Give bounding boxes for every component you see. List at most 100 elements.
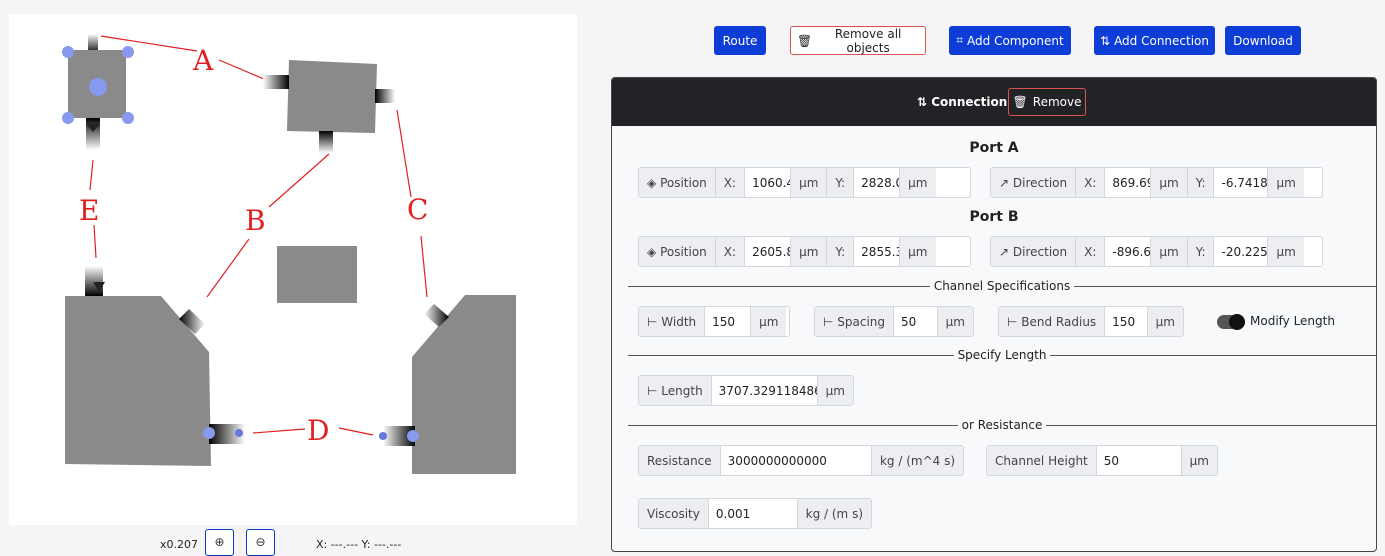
viscosity-label: Viscosity [639, 499, 709, 528]
unit-label: μm [1268, 237, 1304, 266]
connection-properties-panel: ⇅ Connection 🗑 Remove Port A ◈ Position … [611, 77, 1377, 552]
route-label: Route [722, 33, 758, 48]
zoom-out-button[interactable]: ⊖ [246, 529, 275, 556]
connection-label-c: C [407, 193, 428, 226]
length-icon: ⊢ [647, 383, 658, 398]
component-bottom-left [65, 266, 245, 466]
y-label: Y: [827, 168, 855, 197]
connection-label-e: E [79, 194, 99, 227]
add-connection-button[interactable]: ⇅ Add Connection [1094, 26, 1215, 55]
unit-label: μm [937, 307, 973, 336]
viscosity-unit: kg / (m s) [797, 499, 871, 528]
connection-label-b: B [245, 204, 266, 237]
port-a-position-group: ◈ Position X: 1060.45 μm Y: 2828.05 μm [638, 167, 971, 198]
design-canvas[interactable]: A B C D E [9, 14, 577, 525]
port-b-x-input[interactable]: 2605.84 [745, 237, 792, 266]
width-icon: ⊢ [647, 314, 658, 329]
component-center [277, 246, 357, 303]
resistance-divider: or Resistance [628, 418, 1376, 432]
port-b-position-group: ◈ Position X: 2605.84 μm Y: 2855.39 μm [638, 236, 971, 267]
trash-icon: 🗑 [1012, 95, 1028, 109]
port-b-heading: Port B [969, 209, 1019, 225]
spacing-input[interactable]: 50 [894, 307, 938, 336]
panel-title: ⇅ Connection [917, 95, 1008, 109]
arrow-up-right-icon: ↗ [999, 244, 1010, 259]
zoom-in-button[interactable]: ⊕ [205, 529, 234, 556]
channel-specs-heading: Channel Specifications [933, 279, 1071, 293]
width-label: ⊢ Width [639, 307, 706, 336]
resistance-heading: or Resistance [961, 418, 1043, 432]
remove-label: Remove [1032, 95, 1082, 109]
unit-label: μm [1151, 237, 1188, 266]
unit-label: μm [751, 307, 787, 336]
spacing-label: ⊢ Spacing [815, 307, 895, 336]
unit-label: μm [1147, 307, 1183, 336]
add-component-label: Add Component [967, 33, 1064, 48]
component-selected [62, 34, 134, 150]
port-a-direction-label: ↗ Direction [991, 168, 1077, 197]
x-label: X: [1076, 237, 1106, 266]
resistance-unit: kg / (m^4 s) [871, 446, 963, 475]
port-b-direction-group: ↗ Direction X: -896.65 μm Y: -20.225 μm [990, 236, 1323, 267]
spacing-group: ⊢ Spacing 50 μm [814, 306, 974, 337]
x-label: X: [1076, 168, 1106, 197]
download-label: Download [1233, 33, 1293, 48]
remove-all-button[interactable]: 🗑 Remove all objects [790, 26, 926, 55]
port-b-dir-x-input[interactable]: -896.65 [1105, 237, 1152, 266]
unit-label: μm [1268, 168, 1304, 197]
resistance-input[interactable]: 3000000000000 [720, 446, 872, 475]
unit-label: μm [817, 376, 853, 405]
unit-label: μm [900, 237, 936, 266]
x-label: X: [715, 237, 746, 266]
port-a-heading: Port A [969, 140, 1019, 156]
y-label: Y: [1187, 168, 1215, 197]
port-a-dir-x-input[interactable]: 869.690 [1105, 168, 1152, 197]
connection-icon: ⇅ [917, 95, 928, 109]
port-a-direction-group: ↗ Direction X: 869.690 μm Y: -6.7418 μm [990, 167, 1323, 198]
channel-height-group: Channel Height 50 μm [986, 445, 1218, 476]
port-b-dir-y-input[interactable]: -20.225 [1214, 237, 1269, 266]
viscosity-input[interactable]: 0.001 [708, 499, 798, 528]
zoom-in-icon: ⊕ [214, 535, 225, 549]
cursor-coordinates: X: ---.--- Y: ---.--- [316, 538, 402, 551]
add-component-button[interactable]: ⌗ Add Component [949, 26, 1071, 55]
length-label: ⊢ Length [639, 376, 712, 405]
unit-label: μm [791, 168, 828, 197]
height-unit: μm [1181, 446, 1217, 475]
crosshair-icon: ◈ [647, 175, 657, 190]
route-button[interactable]: Route [714, 26, 766, 55]
zoom-out-icon: ⊖ [255, 535, 266, 549]
spacing-icon: ⊢ [823, 314, 834, 329]
arrow-up-right-icon: ↗ [999, 175, 1010, 190]
bend-radius-group: ⊢ Bend Radius 150 μm [998, 306, 1184, 337]
port-b-y-input[interactable]: 2855.39 [854, 237, 901, 266]
port-a-x-input[interactable]: 1060.45 [745, 168, 792, 197]
unit-label: μm [900, 168, 936, 197]
download-button[interactable]: Download [1225, 26, 1301, 55]
unit-label: μm [1151, 168, 1188, 197]
length-group: ⊢ Length 3707.329118486 μm [638, 375, 854, 406]
port-a-dir-y-input[interactable]: -6.7418 [1214, 168, 1269, 197]
port-a-y-input[interactable]: 2828.05 [854, 168, 901, 197]
bend-radius-input[interactable]: 150 [1105, 307, 1148, 336]
width-input[interactable]: 150 [705, 307, 752, 336]
channel-specs-divider: Channel Specifications [628, 279, 1376, 293]
modify-length-toggle[interactable] [1217, 314, 1245, 330]
trash-icon: 🗑 [797, 33, 813, 48]
canvas-svg[interactable]: A B C D E [9, 14, 577, 525]
length-input[interactable]: 3707.329118486 [711, 376, 818, 405]
radius-icon: ⊢ [1007, 314, 1018, 329]
channel-height-input[interactable]: 50 [1096, 446, 1182, 475]
connection-icon: ⇅ [1100, 33, 1111, 48]
remove-connection-button[interactable]: 🗑 Remove [1008, 88, 1086, 116]
bend-radius-label: ⊢ Bend Radius [999, 307, 1106, 336]
panel-header: ⇅ Connection 🗑 Remove [612, 78, 1376, 126]
specify-length-divider: Specify Length [628, 348, 1376, 362]
y-label: Y: [827, 237, 855, 266]
channel-height-label: Channel Height [987, 446, 1097, 475]
resistance-group: Resistance 3000000000000 kg / (m^4 s) [638, 445, 964, 476]
add-connection-label: Add Connection [1114, 33, 1210, 48]
component-icon: ⌗ [956, 33, 964, 47]
component-bottom-right [379, 295, 516, 474]
connection-label-d: D [307, 414, 329, 447]
